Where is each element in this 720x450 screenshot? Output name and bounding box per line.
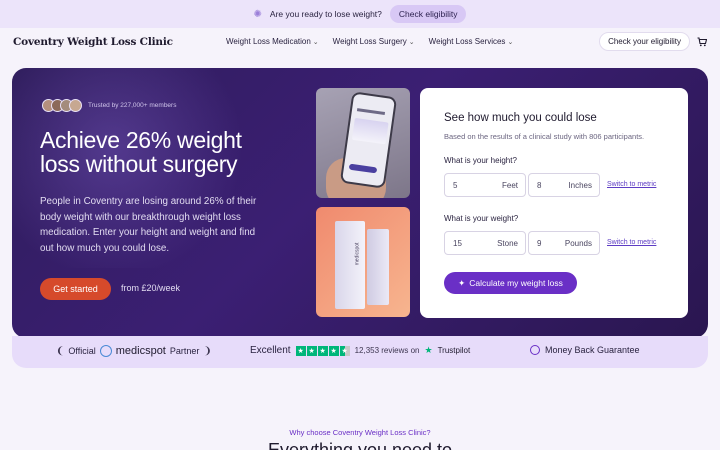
- trusted-text: Trusted by 227,000+ members: [88, 102, 177, 109]
- hero-headline: Achieve 26% weight loss without surgery: [40, 127, 242, 177]
- check-your-eligibility-button[interactable]: Check your eligibility: [599, 32, 690, 51]
- star-icon: ★: [339, 345, 350, 356]
- trusted-members: Trusted by 227,000+ members: [42, 99, 176, 112]
- get-started-button[interactable]: Get started: [40, 278, 111, 300]
- trust-bar: ❨ Official medicspot Partner ❩ Excellent…: [12, 336, 708, 368]
- money-back-guarantee: Money Back Guarantee: [530, 345, 640, 355]
- star-icon: ★: [328, 345, 339, 356]
- chevron-down-icon: ⌄: [312, 39, 319, 46]
- height-label: What is your height?: [444, 156, 517, 165]
- review-count: 12,353 reviews on: [354, 346, 420, 355]
- weight-pounds-input[interactable]: 9 Pounds: [528, 231, 600, 255]
- laurel-icon: ❨: [56, 345, 65, 357]
- rating-word: Excellent: [250, 345, 291, 356]
- official-partner-badge: ❨ Official medicspot Partner ❩: [56, 345, 212, 357]
- avatar: [69, 99, 82, 112]
- medication-box: medicspot: [335, 221, 365, 309]
- price-text: from £20/week: [121, 283, 181, 293]
- announcement-bar: ✺ Are you ready to lose weight? Check el…: [0, 0, 720, 28]
- calculator-title: See how much you could lose: [444, 112, 597, 124]
- medicspot-logo-icon: [99, 345, 112, 357]
- sparkle-icon: ✦: [458, 277, 466, 288]
- star-icon: ★: [317, 345, 328, 356]
- section-title: Everything you need to: [267, 440, 453, 450]
- member-avatars: [42, 99, 82, 112]
- menu-item-weight-loss-services[interactable]: Weight Loss Services ⌄: [429, 37, 514, 46]
- trustpilot-rating[interactable]: Excellent ★ ★ ★ ★ ★ 12,353 reviews on ★ Trus…: [250, 345, 470, 356]
- menu-item-weight-loss-medication[interactable]: Weight Loss Medication ⌄: [226, 37, 319, 46]
- medication-box: [367, 229, 389, 305]
- sparkle-icon: ✺: [253, 8, 262, 20]
- star-icon: ★: [295, 345, 306, 356]
- main-menu: Weight Loss Medication ⌄ Weight Loss Surg…: [226, 37, 513, 46]
- star-rating: ★ ★ ★ ★ ★: [295, 345, 350, 356]
- box-label: medicspot: [354, 242, 361, 266]
- switch-to-metric-height-link[interactable]: Switch to metric: [607, 181, 656, 188]
- announcement-text: Are you ready to lose weight?: [269, 9, 382, 19]
- height-inches-input[interactable]: 8 Inches: [528, 173, 600, 197]
- star-icon: ★: [306, 345, 317, 356]
- check-eligibility-button[interactable]: Check eligibility: [389, 5, 467, 23]
- cart-icon[interactable]: [697, 36, 707, 47]
- app-phone-image: [316, 88, 410, 198]
- chevron-down-icon: ⌄: [408, 39, 415, 46]
- top-navigation: Coventry Weight Loss Clinic Weight Loss …: [0, 28, 720, 55]
- hero-description: People in Coventry are losing around 26%…: [40, 196, 257, 254]
- laurel-icon: ❩: [203, 345, 212, 357]
- site-logo[interactable]: Coventry Weight Loss Clinic: [13, 36, 173, 48]
- menu-item-weight-loss-surgery[interactable]: Weight Loss Surgery ⌄: [333, 37, 415, 46]
- calculator-subtitle: Based on the results of a clinical study…: [444, 132, 645, 141]
- phone-shape: [339, 91, 398, 189]
- weight-stone-input[interactable]: 15 Stone: [444, 231, 526, 255]
- trustpilot-star-icon: ★: [424, 345, 433, 355]
- hero-section: Trusted by 227,000+ members Achieve 26% …: [12, 68, 708, 338]
- medication-box-image: medicspot: [316, 207, 410, 317]
- calculate-weight-loss-button[interactable]: ✦ Calculate my weight loss: [444, 272, 577, 294]
- height-feet-input[interactable]: 5 Feet: [444, 173, 526, 197]
- check-circle-icon: [530, 345, 540, 355]
- switch-to-metric-weight-link[interactable]: Switch to metric: [607, 239, 656, 246]
- medicspot-brand: medicspot: [115, 345, 166, 357]
- weight-label: What is your weight?: [444, 214, 519, 223]
- trustpilot-logo: Trustpilot: [437, 346, 471, 355]
- weight-loss-calculator: See how much you could lose Based on the…: [420, 88, 688, 318]
- section-kicker: Why choose Coventry Weight Loss Clinic?: [289, 428, 431, 437]
- chevron-down-icon: ⌄: [507, 39, 514, 46]
- nav-actions: Check your eligibility: [599, 32, 707, 51]
